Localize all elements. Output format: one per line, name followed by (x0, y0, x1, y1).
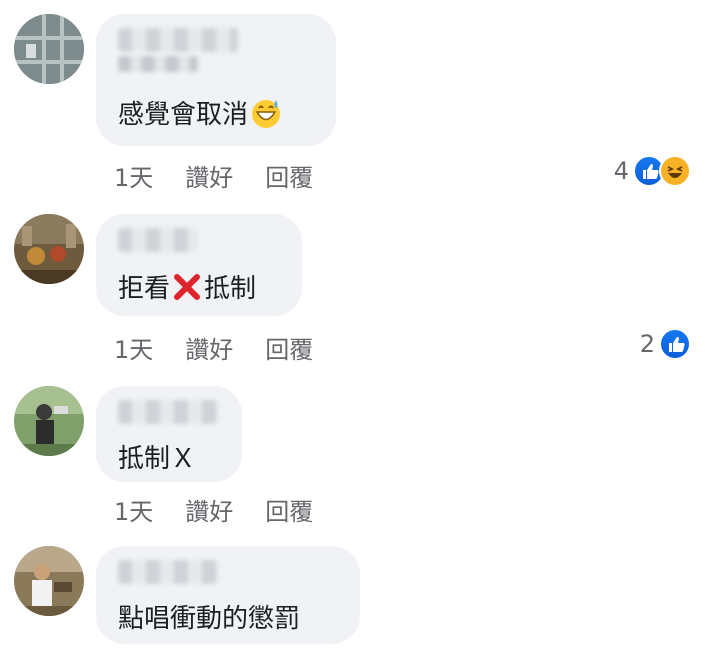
comment-actions: 1天 讚好 回覆 (114, 492, 313, 527)
comment-bubble: 點唱衝動的懲罰 (96, 546, 360, 644)
like-button[interactable]: 讚好 (185, 158, 233, 193)
reply-button[interactable]: 回覆 (265, 158, 313, 193)
comment-text-content: 感覺會取消 (118, 100, 249, 130)
blurred-username (118, 228, 198, 252)
comment-bubble: 抵制Ｘ (96, 386, 242, 482)
reply-button[interactable]: 回覆 (265, 492, 313, 527)
reaction-count: 4 (613, 157, 629, 185)
comment-text-before: 拒看 (118, 274, 171, 304)
comment-text-content: 抵制Ｘ (118, 444, 197, 474)
like-icon (659, 328, 691, 360)
blurred-username (118, 28, 238, 52)
timestamp[interactable]: 1天 (114, 492, 153, 527)
avatar[interactable] (14, 546, 84, 616)
comment-1: 感覺會取消 1天 讚好 回覆 4 (0, 0, 705, 200)
like-button[interactable]: 讚好 (185, 492, 233, 527)
comment-text: 抵制Ｘ (118, 438, 196, 475)
avatar-image (14, 386, 84, 456)
comment-4: 點唱衝動的懲罰 (0, 536, 705, 652)
reaction-count: 2 (639, 330, 655, 358)
reaction-summary[interactable]: 4 (614, 155, 691, 187)
haha-icon (659, 155, 691, 187)
like-button[interactable]: 讚好 (185, 330, 233, 365)
comment-actions: 1天 讚好 回覆 (114, 330, 313, 365)
timestamp[interactable]: 1天 (114, 330, 153, 365)
comment-text-content: 點唱衝動的懲罰 (118, 604, 301, 634)
red-cross-emoji-icon (174, 273, 201, 300)
comment-bubble: 感覺會取消 (96, 14, 336, 146)
avatar[interactable] (14, 214, 84, 284)
comment-text-after: 抵制 (204, 274, 257, 304)
avatar-image (14, 14, 84, 84)
reaction-summary[interactable]: 2 (640, 328, 691, 360)
comment-text: 拒看 抵制 (118, 268, 256, 305)
comment-actions: 1天 讚好 回覆 (114, 158, 313, 193)
comment-text: 點唱衝動的懲罰 (118, 598, 300, 635)
blurred-username-line (118, 56, 198, 72)
comment-bubble: 拒看 抵制 (96, 214, 302, 316)
avatar[interactable] (14, 14, 84, 84)
comment-3: 抵制Ｘ 1天 讚好 回覆 (0, 372, 705, 537)
blurred-username (118, 560, 218, 584)
comment-2: 拒看 抵制 1天 讚好 回覆 2 (0, 200, 705, 370)
avatar-image (14, 546, 84, 616)
timestamp[interactable]: 1天 (114, 158, 153, 193)
comment-text: 感覺會取消 (118, 94, 282, 131)
avatar-image (14, 214, 84, 284)
avatar[interactable] (14, 386, 84, 456)
grinning-sweat-emoji-icon (252, 99, 281, 128)
blurred-username (118, 400, 218, 424)
reply-button[interactable]: 回覆 (265, 330, 313, 365)
